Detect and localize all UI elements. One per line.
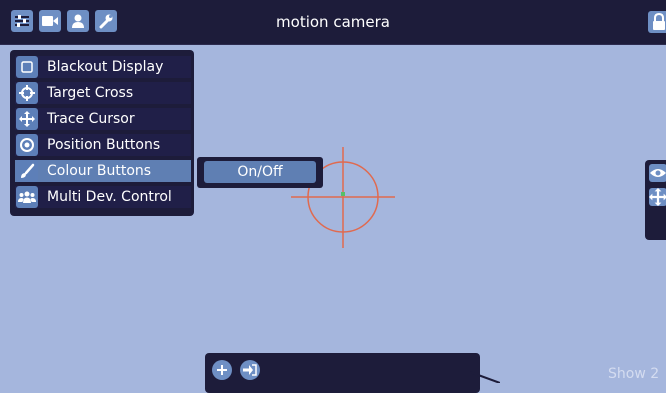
eye-icon[interactable] — [649, 164, 666, 182]
show-label: Show 2 — [608, 366, 660, 382]
bottom-toolbar — [205, 353, 480, 393]
connector-line — [470, 371, 500, 383]
menu-item-label: Colour Buttons — [47, 163, 152, 179]
menu-item-target-cross[interactable]: Target Cross — [15, 82, 191, 104]
menu-item-label: Multi Dev. Control — [47, 189, 172, 205]
crosshair-icon — [16, 82, 38, 104]
group-icon — [16, 186, 38, 208]
move-arrows-icon[interactable] — [649, 188, 666, 206]
menu-item-label: Position Buttons — [47, 137, 161, 153]
move-arrows-icon — [16, 108, 38, 130]
menu-item-colour-buttons[interactable]: Colour Buttons — [15, 160, 191, 182]
display-menu: Blackout Display Target Cross Trace Curs… — [10, 50, 194, 216]
lock-icon[interactable] — [648, 11, 666, 33]
menu-item-trace-cursor[interactable]: Trace Cursor — [15, 108, 191, 130]
plus-icon[interactable] — [212, 360, 232, 380]
menu-item-label: Trace Cursor — [47, 111, 135, 127]
right-side-panel — [645, 160, 666, 240]
on-off-toggle-button[interactable]: On/Off — [204, 161, 316, 183]
center-marker — [341, 192, 345, 196]
menu-item-blackout-display[interactable]: Blackout Display — [15, 56, 191, 78]
page-title: motion camera — [276, 13, 390, 31]
login-icon[interactable] — [240, 360, 260, 380]
target-circle-icon — [16, 134, 38, 156]
square-icon — [16, 56, 38, 78]
menu-item-label: Blackout Display — [47, 59, 164, 75]
menu-item-multi-dev-control[interactable]: Multi Dev. Control — [15, 186, 191, 208]
menu-item-label: Target Cross — [47, 85, 134, 101]
brush-icon — [16, 160, 38, 182]
menu-item-position-buttons[interactable]: Position Buttons — [15, 134, 191, 156]
top-bar: motion camera — [0, 0, 666, 45]
colour-buttons-submenu: On/Off — [197, 157, 323, 188]
